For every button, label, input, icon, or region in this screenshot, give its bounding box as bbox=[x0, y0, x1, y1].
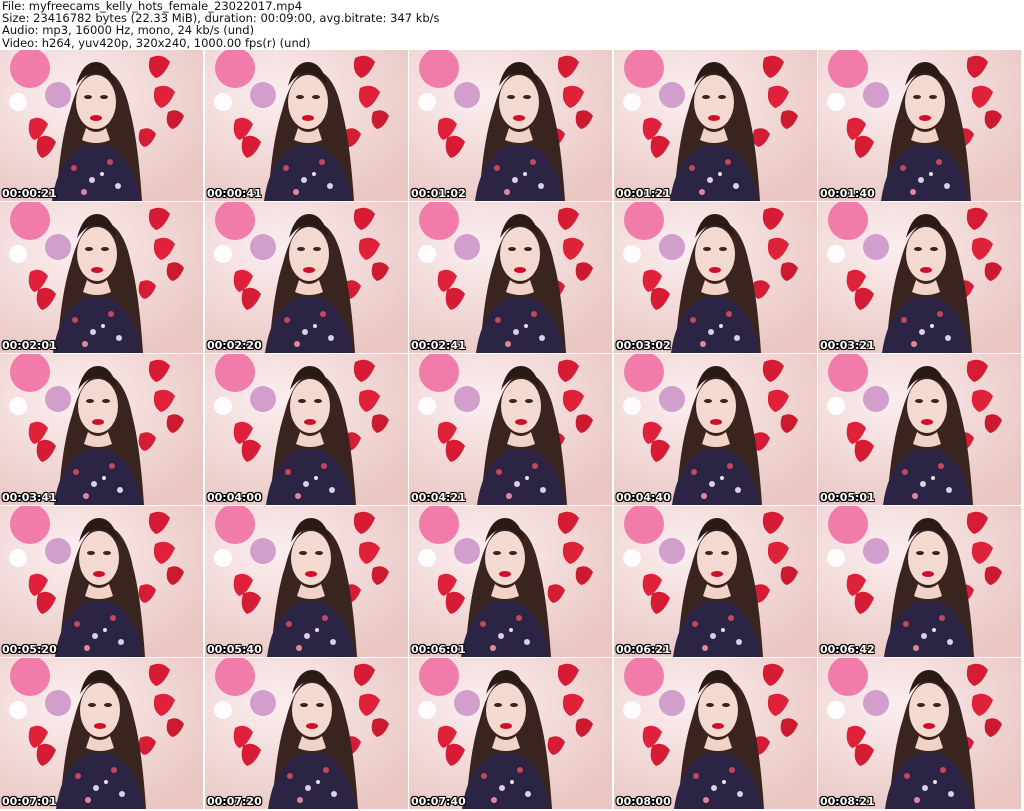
video-frame-graphic bbox=[409, 50, 612, 201]
thumbnail-frame: 00:02:20 bbox=[205, 202, 408, 353]
thumbnail-timestamp: 00:00:41 bbox=[207, 187, 262, 200]
video-frame-graphic bbox=[205, 354, 408, 505]
thumbnail-timestamp: 00:06:01 bbox=[411, 643, 466, 656]
video-frame-graphic bbox=[818, 658, 1021, 809]
thumbnail-timestamp: 00:03:41 bbox=[2, 491, 57, 504]
thumbnail-frame: 00:08:00 bbox=[614, 658, 817, 809]
video-frame-graphic bbox=[818, 202, 1021, 353]
thumbnail-frame: 00:00:41 bbox=[205, 50, 408, 201]
video-frame-graphic bbox=[0, 506, 203, 657]
thumbnail-timestamp: 00:08:00 bbox=[616, 795, 671, 808]
file-info-header: File: myfreecams_kelly_hots_female_23022… bbox=[2, 0, 1022, 50]
video-frame-graphic bbox=[614, 202, 817, 353]
video-info-line: Video: h264, yuv420p, 320x240, 1000.00 f… bbox=[2, 35, 311, 50]
video-frame-graphic bbox=[409, 354, 612, 505]
video-frame-graphic bbox=[818, 50, 1021, 201]
video-frame-graphic bbox=[614, 50, 817, 201]
video-frame-graphic bbox=[205, 202, 408, 353]
thumbnail-frame: 00:05:40 bbox=[205, 506, 408, 657]
thumbnail-frame: 00:07:20 bbox=[205, 658, 408, 809]
thumbnail-timestamp: 00:05:40 bbox=[207, 643, 262, 656]
thumbnail-timestamp: 00:06:42 bbox=[820, 643, 875, 656]
thumbnail-timestamp: 00:06:21 bbox=[616, 643, 671, 656]
video-frame-graphic bbox=[205, 506, 408, 657]
audio-info-line: Audio: mp3, 16000 Hz, mono, 24 kb/s (und… bbox=[2, 23, 255, 38]
video-frame-graphic bbox=[409, 658, 612, 809]
video-frame-graphic bbox=[0, 202, 203, 353]
thumbnail-timestamp: 00:04:40 bbox=[616, 491, 671, 504]
thumbnail-timestamp: 00:07:40 bbox=[411, 795, 466, 808]
video-frame-graphic bbox=[205, 658, 408, 809]
thumbnail-frame: 00:01:21 bbox=[614, 50, 817, 201]
video-frame-graphic bbox=[0, 658, 203, 809]
thumbnail-frame: 00:03:41 bbox=[0, 354, 203, 505]
video-frame-graphic bbox=[818, 354, 1021, 505]
thumbnail-frame: 00:07:40 bbox=[409, 658, 612, 809]
video-frame-graphic bbox=[614, 354, 817, 505]
thumbnail-frame: 00:00:21 bbox=[0, 50, 203, 201]
thumbnail-timestamp: 00:04:00 bbox=[207, 491, 262, 504]
video-frame-graphic bbox=[818, 506, 1021, 657]
thumbnail-timestamp: 00:02:01 bbox=[2, 339, 57, 352]
video-frame-graphic bbox=[0, 50, 203, 201]
video-frame-graphic bbox=[205, 50, 408, 201]
video-frame-graphic bbox=[614, 506, 817, 657]
thumbnail-frame: 00:06:01 bbox=[409, 506, 612, 657]
thumbnail-frame: 00:06:21 bbox=[614, 506, 817, 657]
thumbnail-frame: 00:07:01 bbox=[0, 658, 203, 809]
thumbnail-frame: 00:01:40 bbox=[818, 50, 1021, 201]
thumbnail-timestamp: 00:02:20 bbox=[207, 339, 262, 352]
thumbnail-timestamp: 00:05:20 bbox=[2, 643, 57, 656]
thumbnail-timestamp: 00:08:21 bbox=[820, 795, 875, 808]
thumbnail-frame: 00:03:02 bbox=[614, 202, 817, 353]
thumbnail-timestamp: 00:00:21 bbox=[2, 187, 57, 200]
thumbnail-frame: 00:08:21 bbox=[818, 658, 1021, 809]
thumbnail-timestamp: 00:01:40 bbox=[820, 187, 875, 200]
thumbnail-frame: 00:04:40 bbox=[614, 354, 817, 505]
thumbnail-frame: 00:04:21 bbox=[409, 354, 612, 505]
video-frame-graphic bbox=[409, 506, 612, 657]
thumbnail-timestamp: 00:01:21 bbox=[616, 187, 671, 200]
thumbnail-frame: 00:03:21 bbox=[818, 202, 1021, 353]
thumbnail-timestamp: 00:07:20 bbox=[207, 795, 262, 808]
thumbnail-frame: 00:05:20 bbox=[0, 506, 203, 657]
thumbnail-timestamp: 00:02:41 bbox=[411, 339, 466, 352]
thumbnail-timestamp: 00:03:02 bbox=[616, 339, 671, 352]
thumbnail-frame: 00:02:01 bbox=[0, 202, 203, 353]
thumbnail-timestamp: 00:07:01 bbox=[2, 795, 57, 808]
thumbnail-timestamp: 00:04:21 bbox=[411, 491, 466, 504]
thumbnail-grid: 00:00:21 00:00:41 00:01:02 00:01:21 00:0… bbox=[0, 50, 1024, 811]
thumbnail-frame: 00:02:41 bbox=[409, 202, 612, 353]
thumbnail-timestamp: 00:05:01 bbox=[820, 491, 875, 504]
thumbnail-frame: 00:01:02 bbox=[409, 50, 612, 201]
video-frame-graphic bbox=[409, 202, 612, 353]
video-frame-graphic bbox=[0, 354, 203, 505]
video-frame-graphic bbox=[614, 658, 817, 809]
thumbnail-frame: 00:05:01 bbox=[818, 354, 1021, 505]
thumbnail-frame: 00:04:00 bbox=[205, 354, 408, 505]
thumbnail-timestamp: 00:01:02 bbox=[411, 187, 466, 200]
thumbnail-timestamp: 00:03:21 bbox=[820, 339, 875, 352]
thumbnail-frame: 00:06:42 bbox=[818, 506, 1021, 657]
